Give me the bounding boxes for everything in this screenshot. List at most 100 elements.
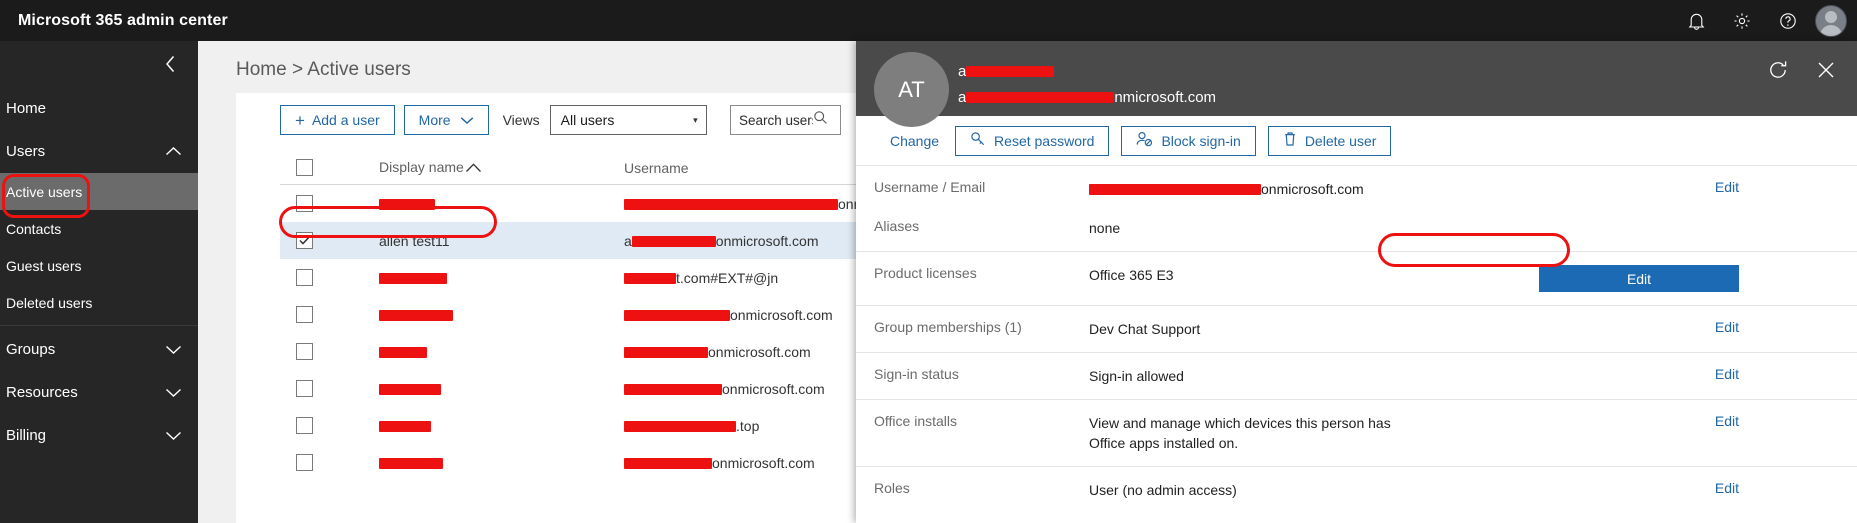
chevron-down-icon <box>460 116 474 125</box>
gear-icon[interactable] <box>1719 0 1765 41</box>
select-all-checkbox[interactable] <box>296 159 313 176</box>
row-checkbox[interactable] <box>296 306 313 323</box>
sidebar-item-active-users[interactable]: Active users <box>0 173 198 210</box>
account-avatar[interactable] <box>1815 4 1847 37</box>
nav-collapse-button[interactable] <box>0 41 198 87</box>
sidebar-item-label: Deleted users <box>6 294 93 311</box>
column-header-display-name[interactable]: Display name <box>379 159 609 176</box>
redaction-bar <box>624 420 736 432</box>
trash-icon <box>1283 131 1297 150</box>
detail-value-text: onmicrosoft.com <box>1261 181 1364 197</box>
sidebar-item-billing[interactable]: Billing <box>0 414 198 457</box>
sidebar-item-label: Billing <box>6 427 47 444</box>
panel-email-prefix: a <box>958 89 967 106</box>
breadcrumb[interactable]: Home > Active users <box>236 59 411 81</box>
views-selected-value: All users <box>560 112 615 128</box>
row-checkbox[interactable] <box>296 269 313 286</box>
detail-label: Sign-in status <box>874 366 959 382</box>
cell-text: onmicrosoft.com <box>712 454 815 471</box>
cell-display-name: allen test11 <box>379 233 609 249</box>
avatar-body <box>1820 24 1842 36</box>
cell-text: onmicrosoft.com <box>715 232 819 249</box>
detail-edit-cell: Edit <box>1539 265 1739 292</box>
left-navigation: Home Users Active users Contacts Guest u… <box>0 41 198 523</box>
sidebar-item-contacts[interactable]: Contacts <box>0 210 198 247</box>
row-checkbox[interactable] <box>296 343 313 360</box>
edit-link[interactable]: Edit <box>1715 413 1739 429</box>
add-user-button[interactable]: + Add a user <box>280 105 395 135</box>
edit-product-licenses-button[interactable]: Edit <box>1539 265 1739 292</box>
edit-link[interactable]: Edit <box>1715 480 1739 496</box>
cell-display-name <box>379 196 609 212</box>
sidebar-item-label: Active users <box>6 183 83 200</box>
detail-value: Sign-in allowed <box>1089 366 1419 386</box>
row-checkbox[interactable] <box>296 417 313 434</box>
cell-text: onmicrosoft.com <box>722 380 825 397</box>
detail-row: Group memberships (1) Dev Chat Support Edi… <box>856 305 1857 352</box>
sidebar-item-label: Users <box>6 143 46 160</box>
search-users-box[interactable] <box>730 105 841 135</box>
reset-password-button[interactable]: Reset password <box>955 125 1110 156</box>
cell-display-name <box>379 455 609 471</box>
cell-display-name <box>379 344 609 360</box>
detail-label: Group memberships (1) <box>874 319 1022 335</box>
chevron-left-icon <box>166 56 175 72</box>
notification-bell-icon[interactable] <box>1673 0 1719 41</box>
edit-link[interactable]: Edit <box>1715 179 1739 195</box>
sidebar-item-label: Resources <box>6 384 78 401</box>
close-icon[interactable] <box>1809 53 1843 87</box>
edit-link[interactable]: Edit <box>1715 319 1739 335</box>
detail-row: Aliases none <box>856 212 1857 251</box>
detail-value-text: View and manage which devices this perso… <box>1089 415 1391 451</box>
views-select[interactable]: All users ▾ <box>549 105 707 135</box>
sidebar-item-users[interactable]: Users <box>0 130 198 173</box>
user-detail-rows: Username / Email onmicrosoft.com Edit Alias… <box>856 165 1857 513</box>
app-title: Microsoft 365 admin center <box>18 11 228 29</box>
delete-user-label: Delete user <box>1304 132 1377 149</box>
sidebar-item-deleted-users[interactable]: Deleted users <box>0 284 198 321</box>
detail-label: Office installs <box>874 413 957 429</box>
sidebar-item-guest-users[interactable]: Guest users <box>0 247 198 284</box>
row-checkbox[interactable] <box>296 454 313 471</box>
redaction-bar <box>379 272 447 284</box>
detail-edit-cell: Edit <box>1715 480 1739 498</box>
detail-row: Username / Email onmicrosoft.com Edit <box>856 165 1857 212</box>
redaction-bar <box>624 198 838 210</box>
redaction-bar <box>624 457 712 469</box>
search-input[interactable] <box>739 112 813 128</box>
help-icon[interactable] <box>1765 0 1811 41</box>
key-icon <box>970 131 986 150</box>
more-label: More <box>418 112 451 128</box>
cell-text: onmicrosoft.com <box>730 306 833 323</box>
block-signin-button[interactable]: Block sign-in <box>1121 125 1256 156</box>
detail-value: View and manage which devices this perso… <box>1089 413 1419 453</box>
panel-action-bar: Change Reset password Block sign-in Dele… <box>856 116 1857 165</box>
redaction-bar <box>379 346 427 358</box>
detail-label: Aliases <box>874 218 920 234</box>
panel-name-prefix: a <box>958 63 967 80</box>
cell-display-name <box>379 307 609 323</box>
cell-text: allen test11 <box>379 232 450 249</box>
detail-label: Username / Email <box>874 179 986 195</box>
sidebar-item-home[interactable]: Home <box>0 87 198 130</box>
detail-value-text: User (no admin access) <box>1089 482 1237 498</box>
row-checkbox[interactable] <box>296 195 313 212</box>
avatar-initials: AT <box>898 76 925 102</box>
detail-value: User (no admin access) <box>1089 480 1419 500</box>
detail-label: Product licenses <box>874 265 977 281</box>
more-button[interactable]: More <box>403 105 489 135</box>
refresh-icon[interactable] <box>1761 53 1795 87</box>
row-checkbox[interactable] <box>296 232 313 249</box>
edit-link[interactable]: Edit <box>1715 366 1739 382</box>
detail-value: onmicrosoft.com <box>1089 179 1419 199</box>
sidebar-item-groups[interactable]: Groups <box>0 328 198 371</box>
chevron-down-icon <box>165 387 182 398</box>
change-photo-button[interactable]: Change <box>886 133 943 149</box>
detail-row: Roles User (no admin access) Edit <box>856 466 1857 513</box>
delete-user-button[interactable]: Delete user <box>1267 125 1392 156</box>
sidebar-item-resources[interactable]: Resources <box>0 371 198 414</box>
search-icon[interactable] <box>813 110 828 130</box>
redaction-bar <box>966 92 1115 103</box>
row-checkbox[interactable] <box>296 380 313 397</box>
block-signin-label: Block sign-in <box>1161 132 1241 149</box>
